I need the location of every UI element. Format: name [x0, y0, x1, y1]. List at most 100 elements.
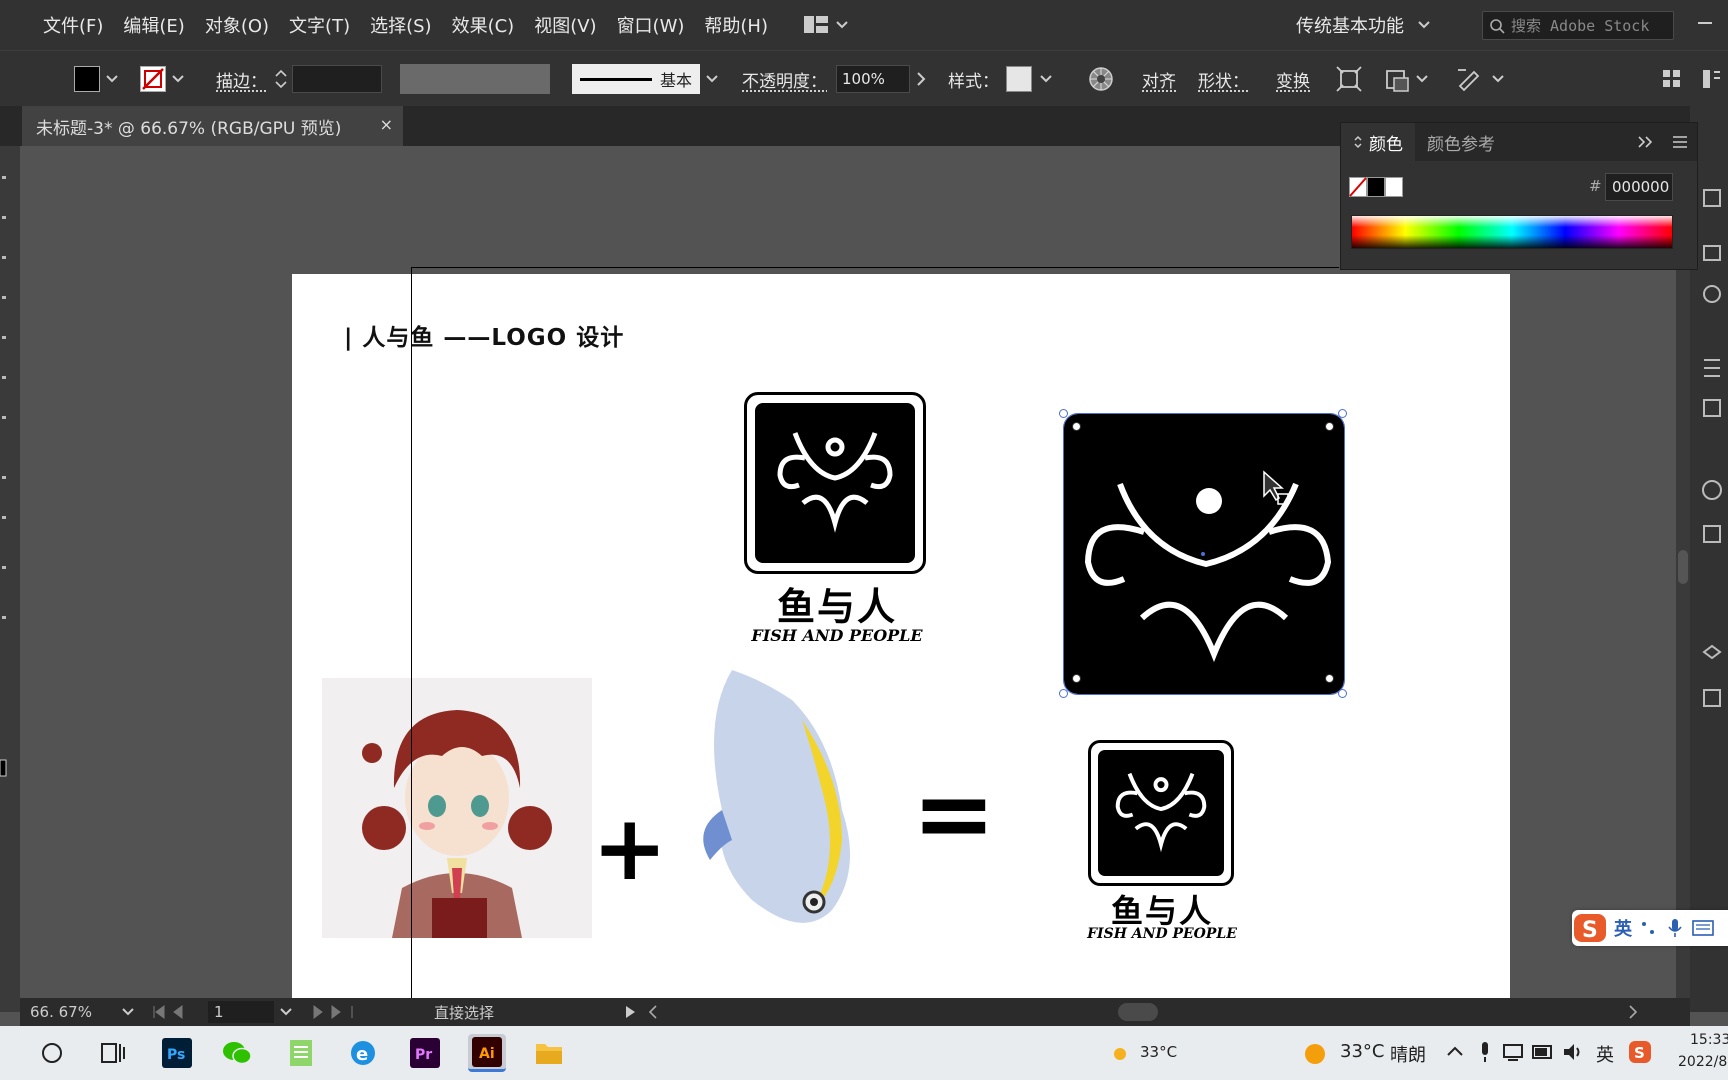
taskbar-photoshop[interactable]: Ps — [158, 1034, 196, 1072]
weather-sun-icon[interactable] — [1304, 1043, 1326, 1065]
play-icon[interactable] — [624, 1005, 636, 1019]
ime-toolbar[interactable]: S 英 — [1572, 910, 1728, 946]
input-language[interactable]: 英 — [1596, 1041, 1614, 1067]
opacity-field[interactable]: 100% — [836, 65, 910, 93]
fish-image[interactable] — [692, 660, 872, 940]
stroke-none-swatch-icon[interactable] — [140, 66, 166, 92]
close-tab-icon[interactable]: × — [380, 115, 393, 134]
weather-temp[interactable]: 33°C — [1340, 1041, 1384, 1062]
volume-icon[interactable] — [1562, 1042, 1584, 1062]
selected-logo-mark[interactable] — [1063, 413, 1345, 695]
selection-handle[interactable] — [1338, 689, 1347, 698]
graphic-style-control[interactable] — [1006, 51, 1052, 107]
microphone-icon[interactable] — [1478, 1040, 1492, 1064]
next-last-artboard-icon[interactable] — [310, 1005, 354, 1019]
chevron-up-icon[interactable] — [1446, 1044, 1464, 1058]
taskbar-notepad[interactable] — [282, 1034, 320, 1072]
first-prev-artboard-icon[interactable] — [152, 1005, 196, 1019]
scroll-right-icon[interactable] — [1628, 1005, 1638, 1019]
corner-widget[interactable] — [1325, 422, 1334, 431]
minimize-button[interactable] — [1698, 22, 1712, 24]
menu-view[interactable]: 视图(V) — [534, 12, 596, 38]
artboard[interactable]: | 人与鱼 ——LOGO 设计 鱼与人 FISH AND PEOPLE + = … — [292, 274, 1510, 998]
shape-button[interactable]: 形状： — [1198, 51, 1249, 107]
menu-edit[interactable]: 编辑(E) — [123, 12, 184, 38]
taskbar-ie[interactable]: e — [344, 1034, 382, 1072]
menu-select[interactable]: 选择(S) — [370, 12, 431, 38]
document-tab[interactable]: 未标题-3* @ 66.67% (RGB/GPU 预览) × — [22, 106, 403, 146]
network-icon[interactable] — [1502, 1042, 1524, 1062]
variable-width-profile[interactable] — [400, 51, 550, 107]
expand-panel-icon[interactable] — [1637, 135, 1655, 149]
tool-icons-strip[interactable] — [0, 146, 20, 1012]
arrange-documents-button[interactable] — [804, 16, 848, 34]
battery-icon[interactable] — [1532, 1044, 1554, 1060]
taskbar-premiere[interactable]: Pr — [406, 1034, 444, 1072]
taskbar-explorer[interactable] — [530, 1034, 568, 1072]
search-circle-icon[interactable] — [40, 1041, 64, 1065]
task-view-icon[interactable] — [100, 1041, 126, 1065]
recolor-artwork-button[interactable] — [1088, 51, 1114, 107]
puppet-warp-button[interactable] — [1456, 51, 1504, 107]
vertical-scrollbar[interactable] — [1676, 146, 1690, 998]
tab-color-guide[interactable]: 颜色参考 — [1415, 123, 1507, 161]
logo-frame[interactable] — [744, 392, 926, 574]
weather-text[interactable]: 晴朗 — [1390, 1041, 1426, 1067]
corner-widget[interactable] — [1325, 674, 1334, 683]
transform-button[interactable]: 变换 — [1276, 51, 1310, 107]
menu-effect[interactable]: 效果(C) — [452, 12, 515, 38]
panel-menu-button[interactable] — [1702, 51, 1722, 107]
selection-handle[interactable] — [1059, 689, 1068, 698]
arrange-panel-button[interactable] — [1662, 51, 1682, 107]
artboard-number-field[interactable]: 1 — [208, 1001, 274, 1023]
stroke-weight-field[interactable] — [292, 65, 382, 93]
result-logo-frame[interactable] — [1088, 740, 1234, 886]
menu-window[interactable]: 窗口(W) — [617, 12, 685, 38]
fill-control[interactable] — [74, 51, 118, 107]
hex-input[interactable]: 000000 — [1605, 173, 1673, 201]
clock-time[interactable]: 15:33 — [1690, 1032, 1728, 1048]
panel-menu-icon[interactable] — [1671, 135, 1689, 149]
opacity-label[interactable]: 不透明度： — [742, 51, 827, 107]
horizontal-scroll-thumb[interactable] — [1118, 1003, 1158, 1021]
align-button[interactable]: 对齐 — [1142, 51, 1176, 107]
chevron-down-icon[interactable] — [280, 1008, 292, 1016]
fill-swatch[interactable] — [74, 66, 100, 92]
none-swatch-icon[interactable] — [1349, 177, 1367, 197]
stroke-weight-control[interactable] — [274, 51, 382, 107]
sogou-tray-icon[interactable]: S — [1628, 1040, 1652, 1064]
taskbar-wechat[interactable] — [218, 1034, 256, 1072]
menu-type[interactable]: 文字(T) — [289, 12, 350, 38]
stock-search-input[interactable]: 搜索 Adobe Stock — [1482, 11, 1674, 40]
clock-date[interactable]: 2022/8 — [1678, 1054, 1727, 1070]
black-swatch[interactable] — [1367, 177, 1385, 197]
opacity-control[interactable]: 100% — [836, 51, 926, 107]
corner-widget[interactable] — [1072, 422, 1081, 431]
workspace-switcher[interactable]: 传统基本功能 — [1296, 0, 1430, 50]
variable-width-field[interactable] — [400, 64, 550, 94]
menu-help[interactable]: 帮助(H) — [704, 12, 768, 38]
brush-definition[interactable]: 基本 — [572, 51, 718, 107]
zoom-control[interactable]: 66. 67% — [30, 1003, 122, 1021]
graphic-style-swatch[interactable] — [1006, 66, 1032, 92]
chevron-down-icon[interactable] — [122, 1008, 134, 1016]
stroke-control[interactable] — [140, 51, 184, 107]
selection-handle[interactable] — [1338, 409, 1347, 418]
color-spectrum[interactable] — [1351, 215, 1673, 249]
selection-handle[interactable] — [1059, 409, 1068, 418]
stroke-label[interactable]: 描边： — [216, 51, 267, 107]
taskbar-illustrator[interactable]: Ai — [468, 1034, 506, 1072]
white-swatch[interactable] — [1385, 177, 1403, 197]
envelope-distort-button[interactable] — [1384, 51, 1428, 107]
scroll-left-icon[interactable] — [648, 1005, 658, 1019]
girl-illustration[interactable] — [322, 678, 592, 938]
canvas-area[interactable]: | 人与鱼 ——LOGO 设计 鱼与人 FISH AND PEOPLE + = … — [20, 146, 1676, 998]
menu-file[interactable]: 文件(F) — [43, 12, 103, 38]
isolate-group-button[interactable] — [1336, 51, 1362, 107]
brush-field[interactable]: 基本 — [572, 64, 700, 94]
corner-widget[interactable] — [1072, 674, 1081, 683]
menu-object[interactable]: 对象(O) — [205, 12, 269, 38]
scroll-thumb[interactable] — [1678, 550, 1688, 584]
chevron-right-icon[interactable] — [916, 72, 926, 86]
tab-color[interactable]: 颜色 — [1341, 123, 1415, 161]
